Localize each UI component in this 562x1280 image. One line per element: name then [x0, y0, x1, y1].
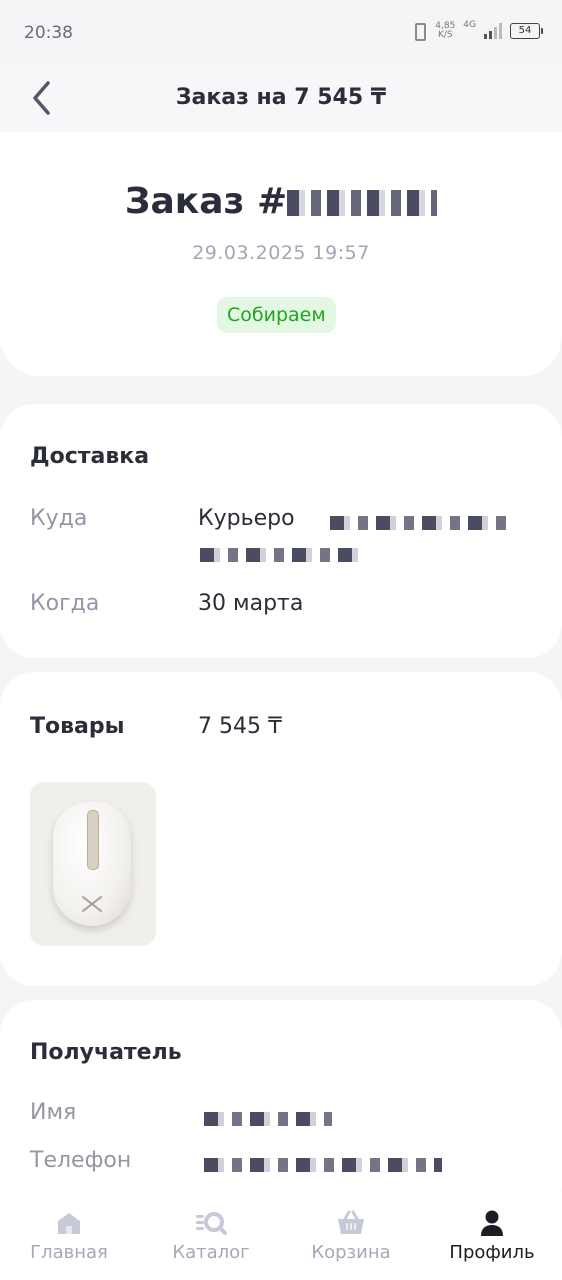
delivery-title: Доставка — [30, 444, 150, 469]
battery-icon: 54 — [510, 23, 543, 39]
status-icons: 4,85 K/S 4G 54 — [411, 20, 543, 41]
tab-cart-label: Корзина — [311, 1242, 391, 1263]
home-icon — [58, 1213, 80, 1234]
bottom-tab-bar: Главная Каталог Корзина Профиль — [0, 1192, 562, 1280]
when-label: Когда — [30, 591, 100, 616]
address-redacted-line-1 — [330, 516, 508, 530]
profile-icon — [481, 1210, 503, 1236]
top-app-bar: Заказ на 7 545 ₸ — [0, 66, 562, 132]
goods-card: Товары 7 545 ₸ — [0, 672, 562, 986]
status-badge: Собираем — [217, 297, 336, 333]
status-time: 20:38 — [24, 23, 73, 43]
order-number-title: Заказ # — [0, 181, 562, 222]
speed-unit: K/S — [437, 30, 453, 40]
goods-total: 7 545 ₸ — [198, 714, 282, 739]
tab-catalog[interactable]: Каталог — [146, 1208, 276, 1263]
mouse-wheel — [87, 810, 99, 870]
tab-home[interactable]: Главная — [4, 1208, 134, 1263]
order-title-text: Заказ # — [124, 181, 288, 222]
tab-home-label: Главная — [30, 1242, 108, 1263]
basket-icon — [338, 1210, 364, 1234]
tab-profile-label: Профиль — [449, 1242, 535, 1263]
where-value: Курьеро — [198, 506, 295, 531]
brand-logo-icon — [82, 896, 102, 912]
order-date: 29.03.2025 19:57 — [192, 242, 370, 264]
phone-label: Телефон — [30, 1148, 132, 1173]
phone-redacted — [204, 1158, 442, 1172]
signal-icon — [484, 23, 502, 39]
order-number-redacted — [287, 190, 438, 216]
network-type: 4G — [463, 20, 476, 30]
tab-cart[interactable]: Корзина — [286, 1208, 416, 1263]
where-label: Куда — [30, 506, 88, 531]
name-redacted — [204, 1112, 332, 1126]
name-label: Имя — [30, 1100, 77, 1125]
recipient-title: Получатель — [30, 1040, 182, 1065]
wireless-mouse-image — [53, 802, 131, 926]
network-speed: 4,85 K/S — [435, 22, 455, 40]
product-thumbnail[interactable] — [30, 782, 156, 946]
address-redacted-line-2 — [200, 548, 360, 562]
when-value: 30 марта — [198, 591, 304, 616]
page-title: Заказ на 7 545 ₸ — [175, 85, 387, 110]
delivery-card: Доставка Куда Курьеро Когда 30 марта — [0, 404, 562, 658]
order-summary-card: Заказ # 29.03.2025 19:57 Собираем — [0, 132, 562, 376]
catalog-search-icon — [196, 1212, 227, 1235]
tab-catalog-label: Каталог — [172, 1242, 250, 1263]
status-bar: 20:38 4,85 K/S 4G 54 — [0, 0, 562, 66]
recipient-card: Получатель Имя Телефон — [0, 1000, 562, 1220]
goods-title: Товары — [30, 714, 125, 739]
vibrate-icon — [411, 22, 427, 41]
tab-profile[interactable]: Профиль — [427, 1208, 557, 1263]
